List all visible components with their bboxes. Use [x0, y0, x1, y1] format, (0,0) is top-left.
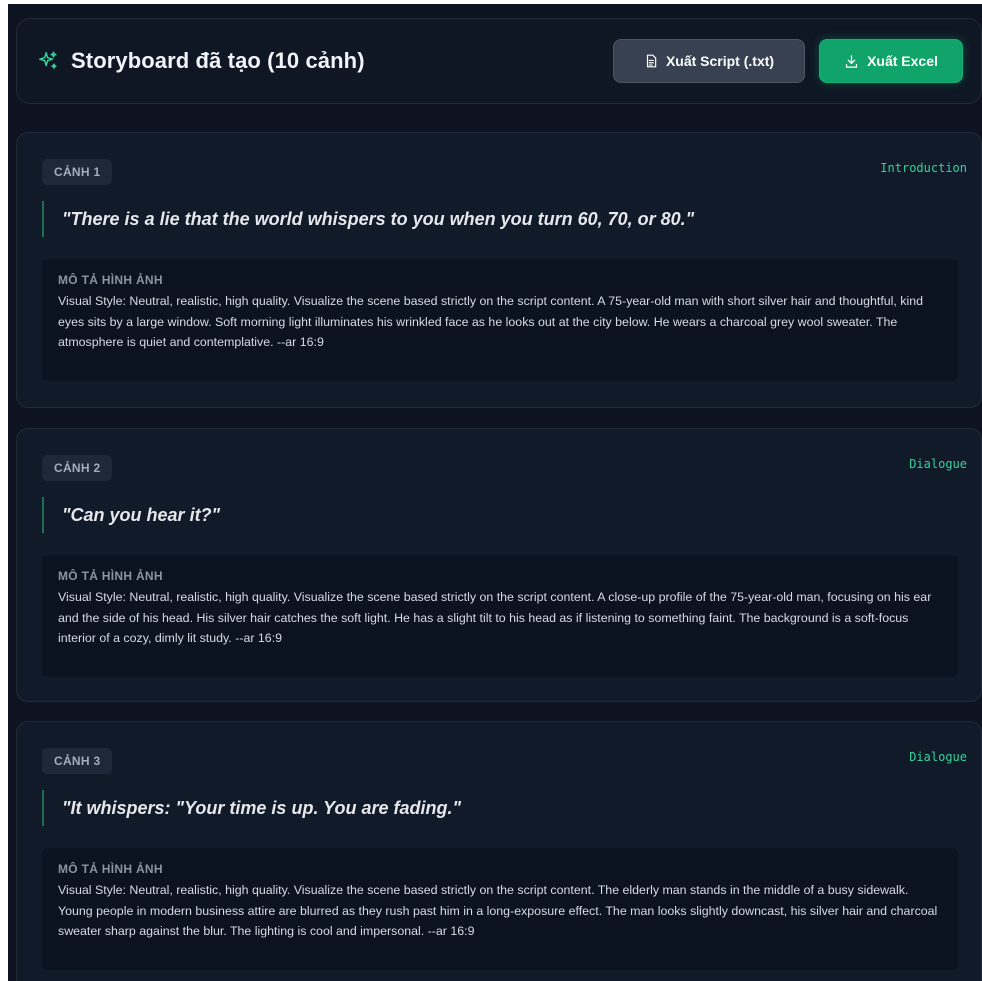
scene-number-badge: CẢNH 3	[42, 748, 113, 774]
scene-card: CẢNH 3 Dialogue "It whispers: "Your time…	[16, 721, 982, 981]
scene-card: CẢNH 1 Introduction "There is a lie that…	[16, 132, 982, 408]
scene-type-tag: Introduction	[880, 161, 967, 175]
scene-dialogue-quote: "It whispers: "Your time is up. You are …	[42, 790, 461, 826]
storyboard-header: Storyboard đã tạo (10 cảnh) Xuất Script …	[16, 18, 982, 104]
visual-description-label: MÔ TẢ HÌNH ẢNH	[58, 273, 163, 287]
scene-type-tag: Dialogue	[909, 750, 967, 764]
export-excel-button[interactable]: Xuất Excel	[819, 39, 963, 83]
visual-description-text: Visual Style: Neutral, realistic, high q…	[58, 883, 938, 938]
scene-type-tag: Dialogue	[909, 457, 967, 471]
scene-card: CẢNH 2 Dialogue "Can you hear it?" MÔ TẢ…	[16, 428, 982, 702]
storyboard-app: Storyboard đã tạo (10 cảnh) Xuất Script …	[8, 4, 982, 981]
visual-description-box: MÔ TẢ HÌNH ẢNH Visual Style: Neutral, re…	[42, 848, 958, 970]
file-text-icon	[644, 54, 658, 68]
visual-description-label: MÔ TẢ HÌNH ẢNH	[58, 569, 163, 583]
export-excel-label: Xuất Excel	[867, 53, 938, 69]
download-icon	[844, 54, 859, 69]
visual-description-text: Visual Style: Neutral, realistic, high q…	[58, 590, 932, 645]
page-title: Storyboard đã tạo (10 cảnh)	[71, 48, 365, 73]
scene-number-badge: CẢNH 1	[42, 159, 113, 185]
export-script-label: Xuất Script (.txt)	[665, 53, 775, 69]
sparkles-icon	[37, 50, 59, 72]
header-title-group: Storyboard đã tạo (10 cảnh)	[37, 48, 613, 74]
scene-number-badge: CẢNH 2	[42, 455, 113, 481]
visual-description-label: MÔ TẢ HÌNH ẢNH	[58, 862, 163, 876]
export-script-button[interactable]: Xuất Script (.txt)	[613, 39, 805, 83]
scene-dialogue-quote: "Can you hear it?"	[42, 497, 220, 533]
scene-dialogue-quote: "There is a lie that the world whispers …	[42, 201, 694, 237]
visual-description-text: Visual Style: Neutral, realistic, high q…	[58, 294, 924, 349]
visual-description-box: MÔ TẢ HÌNH ẢNH Visual Style: Neutral, re…	[42, 259, 958, 381]
visual-description-box: MÔ TẢ HÌNH ẢNH Visual Style: Neutral, re…	[42, 555, 958, 677]
